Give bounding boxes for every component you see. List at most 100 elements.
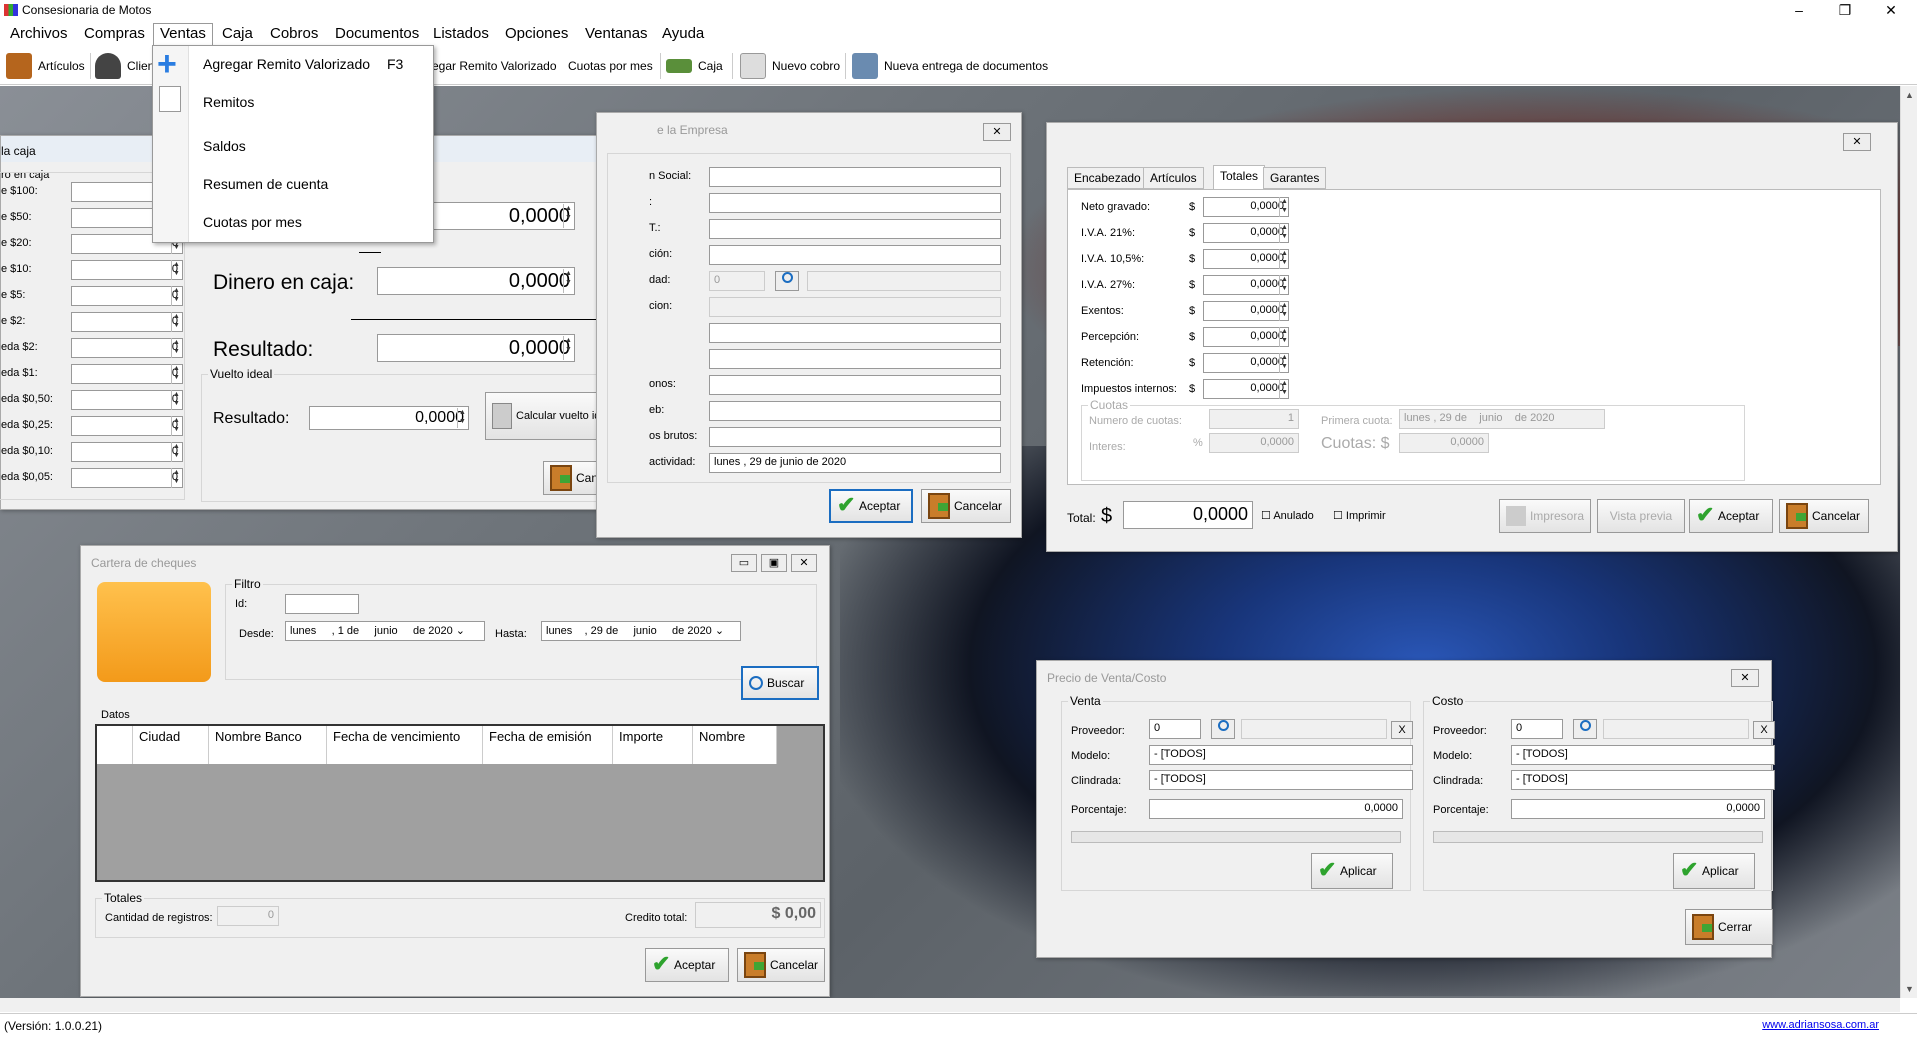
- cancelar-button[interactable]: Cancelar: [921, 489, 1011, 523]
- denom-field[interactable]: 0: [71, 260, 183, 280]
- proveedor-field[interactable]: 0: [1511, 719, 1563, 739]
- spin-icon[interactable]: ▲▼: [1279, 275, 1289, 295]
- restore-icon[interactable]: ▣: [761, 554, 787, 572]
- vista-previa-button[interactable]: Vista previa: [1597, 499, 1685, 533]
- tab-totales[interactable]: Totales: [1213, 165, 1266, 189]
- empresa-field[interactable]: [709, 245, 1001, 265]
- menu-archivos[interactable]: Archivos: [10, 25, 68, 42]
- toolbar-articulos[interactable]: Artículos: [6, 53, 85, 79]
- cilindrada-select[interactable]: - [TODOS]: [1511, 770, 1775, 790]
- num-cuotas-field[interactable]: 1: [1209, 409, 1299, 429]
- empresa-field[interactable]: [709, 427, 1001, 447]
- empresa-field[interactable]: [709, 323, 1001, 343]
- toolbar-clientes[interactable]: Clien: [95, 53, 154, 79]
- menu-opciones[interactable]: Opciones: [505, 25, 568, 42]
- modelo-select[interactable]: - [TODOS]: [1149, 745, 1413, 765]
- venta-field[interactable]: 0,0000: [1203, 379, 1289, 399]
- spin-icon[interactable]: ▲▼: [1279, 223, 1289, 243]
- tab-garantes[interactable]: Garantes: [1263, 167, 1327, 189]
- cuotas-field[interactable]: 0,0000: [1399, 433, 1489, 453]
- empresa-field[interactable]: [709, 219, 1001, 239]
- spin-icon[interactable]: ▲▼: [171, 390, 181, 410]
- menu-saldos[interactable]: Saldos: [203, 138, 246, 154]
- menu-cuotas[interactable]: Cuotas por mes: [203, 214, 302, 230]
- vuelto-resultado-field[interactable]: 0,0000: [309, 406, 469, 430]
- menu-agregar-remito[interactable]: Agregar Remito Valorizado: [203, 56, 370, 72]
- menu-ayuda[interactable]: Ayuda: [662, 25, 704, 42]
- spin-icon[interactable]: ▲▼: [171, 312, 181, 332]
- venta-field[interactable]: 0,0000: [1203, 197, 1289, 217]
- aplicar-button[interactable]: ✔ Aplicar: [1311, 853, 1393, 889]
- venta-field[interactable]: 0,0000: [1203, 275, 1289, 295]
- denom-field[interactable]: 0: [71, 312, 183, 332]
- close-icon[interactable]: ✕: [1731, 669, 1759, 687]
- search-button[interactable]: [775, 271, 799, 291]
- inicio-actividad-date[interactable]: lunes , 29 de junio de 2020: [709, 453, 1001, 473]
- tab-encabezado[interactable]: Encabezado: [1067, 167, 1148, 189]
- clear-button[interactable]: X: [1391, 721, 1413, 739]
- resultado-field[interactable]: 0,0000: [377, 334, 575, 362]
- dinero-caja-field[interactable]: 0,0000: [377, 267, 575, 295]
- aceptar-button[interactable]: ✔ Aceptar: [1689, 499, 1773, 533]
- spin-icon[interactable]: ▲▼: [1279, 353, 1289, 373]
- id-field[interactable]: [285, 594, 359, 614]
- aceptar-button[interactable]: ✔ Aceptar: [829, 489, 913, 523]
- primera-cuota-date[interactable]: lunes , 29 de junio de 2020: [1399, 409, 1605, 429]
- denom-field[interactable]: 0: [71, 390, 183, 410]
- tab-articulos[interactable]: Artículos: [1143, 167, 1204, 189]
- desde-date[interactable]: lunes , 1 de junio de 2020 ⌄: [285, 621, 485, 641]
- spin-icon[interactable]: ▲▼: [1279, 197, 1289, 217]
- interes-field[interactable]: 0,0000: [1209, 433, 1299, 453]
- empresa-field[interactable]: [709, 349, 1001, 369]
- empresa-field[interactable]: [709, 375, 1001, 395]
- denom-field[interactable]: 0: [71, 468, 183, 488]
- search-button[interactable]: [1211, 719, 1235, 739]
- denom-field[interactable]: 0: [71, 416, 183, 436]
- minimize-button[interactable]: –: [1776, 0, 1822, 22]
- cancelar-button[interactable]: Cancelar: [1779, 499, 1869, 533]
- cilindrada-select[interactable]: - [TODOS]: [1149, 770, 1413, 790]
- maximize-button[interactable]: ❐: [1822, 0, 1868, 22]
- spin-icon[interactable]: ▲▼: [171, 338, 181, 358]
- imprimir-checkbox[interactable]: ☐ Imprimir: [1333, 509, 1386, 522]
- empresa-field[interactable]: [709, 193, 1001, 213]
- empresa-field[interactable]: [709, 401, 1001, 421]
- cheques-grid[interactable]: Ciudad Nombre Banco Fecha de vencimiento Fe…: [95, 724, 825, 882]
- hasta-date[interactable]: lunes , 29 de junio de 2020 ⌄: [541, 621, 741, 641]
- search-button[interactable]: [1573, 719, 1597, 739]
- porcentaje-field[interactable]: 0,0000: [1149, 799, 1403, 819]
- impresora-button[interactable]: Impresora: [1499, 499, 1591, 533]
- toolbar-nueva-entrega[interactable]: Nueva entrega de documentos: [852, 53, 1048, 79]
- menu-ventas[interactable]: Ventas: [153, 23, 213, 45]
- denom-field[interactable]: 0: [71, 286, 183, 306]
- toolbar-caja[interactable]: Caja: [666, 53, 723, 79]
- menu-documentos[interactable]: Documentos: [335, 25, 419, 42]
- spin-icon[interactable]: ▲▼: [171, 416, 181, 436]
- menu-remitos[interactable]: Remitos: [203, 94, 254, 110]
- denom-field[interactable]: 0: [71, 442, 183, 462]
- spin-icon[interactable]: ▲▼: [1279, 327, 1289, 347]
- denom-field[interactable]: 0: [71, 364, 183, 384]
- total-field[interactable]: 0,0000: [1123, 501, 1253, 529]
- venta-field[interactable]: 0,0000: [1203, 327, 1289, 347]
- website-link[interactable]: www.adriansosa.com.ar: [1762, 1019, 1879, 1031]
- modelo-select[interactable]: - [TODOS]: [1511, 745, 1775, 765]
- spin-icon[interactable]: ▲▼: [171, 260, 181, 280]
- menu-ventanas[interactable]: Ventanas: [585, 25, 648, 42]
- horizontal-scrollbar[interactable]: [0, 998, 1900, 1012]
- porcentaje-field[interactable]: 0,0000: [1511, 799, 1765, 819]
- codigo-field[interactable]: 0: [709, 271, 765, 291]
- spin-icon[interactable]: ▲▼: [171, 286, 181, 306]
- venta-field[interactable]: 0,0000: [1203, 223, 1289, 243]
- clear-button[interactable]: X: [1753, 721, 1775, 739]
- spin-icon[interactable]: ▲▼: [171, 364, 181, 384]
- proveedor-field[interactable]: 0: [1149, 719, 1201, 739]
- toolbar-nuevo-cobro[interactable]: Nuevo cobro: [740, 53, 840, 79]
- spin-icon[interactable]: ▲▼: [1279, 249, 1289, 269]
- spin-icon[interactable]: ▲▼: [1279, 379, 1289, 399]
- empresa-field[interactable]: [709, 167, 1001, 187]
- spin-icon[interactable]: ▲▼: [171, 468, 181, 488]
- spin-icon[interactable]: ▲▼: [1279, 301, 1289, 321]
- menu-caja[interactable]: Caja: [222, 25, 253, 42]
- spin-icon[interactable]: ▲▼: [171, 442, 181, 462]
